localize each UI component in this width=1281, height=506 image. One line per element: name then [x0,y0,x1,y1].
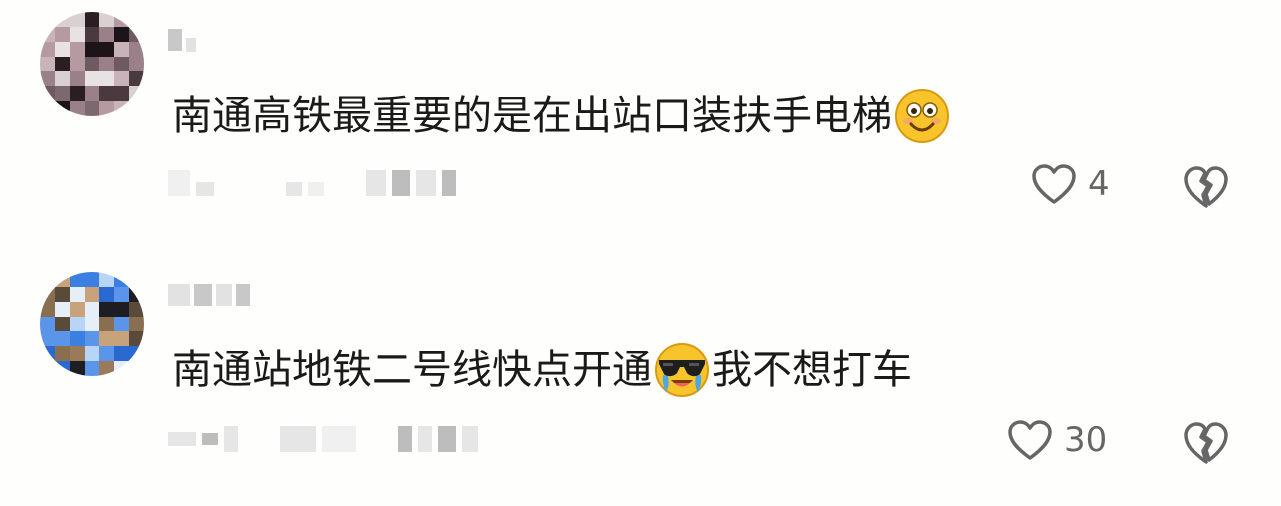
comment-meta-blurred [168,426,478,452]
comment-text-part: 南通站地铁二号线快点开通 [172,347,652,393]
comment-text: 南通站地铁二号线快点开通 我不想打车 [172,342,912,398]
like-button[interactable]: 30 [1006,418,1107,462]
avatar[interactable] [40,272,144,376]
like-count: 30 [1064,420,1108,460]
username-blurred[interactable] [168,28,196,52]
smiley-face-emoji [895,89,949,143]
comment-item: 南通站地铁二号线快点开通 我不想打车 30 [0,258,1281,506]
comment-text: 南通高铁最重要的是在出站口装扶手电梯 [172,88,952,144]
cool-sunglasses-tears-emoji [655,343,709,397]
broken-heart-icon [1184,422,1228,464]
comment-text-part: 我不想打车 [712,347,912,393]
dislike-button[interactable] [1182,420,1230,470]
comment-meta-blurred [168,170,456,196]
avatar[interactable] [40,12,144,116]
heart-outline-icon [1032,164,1076,204]
dislike-button[interactable] [1182,164,1230,214]
like-button[interactable]: 4 [1030,162,1110,206]
like-count: 4 [1088,164,1110,204]
comment-item: 南通高铁最重要的是在出站口装扶手电梯 4 [0,0,1281,248]
comment-text-part: 南通高铁最重要的是在出站口装扶手电梯 [172,93,892,139]
broken-heart-icon [1184,166,1228,208]
username-blurred[interactable] [168,284,250,306]
heart-outline-icon [1008,420,1052,460]
